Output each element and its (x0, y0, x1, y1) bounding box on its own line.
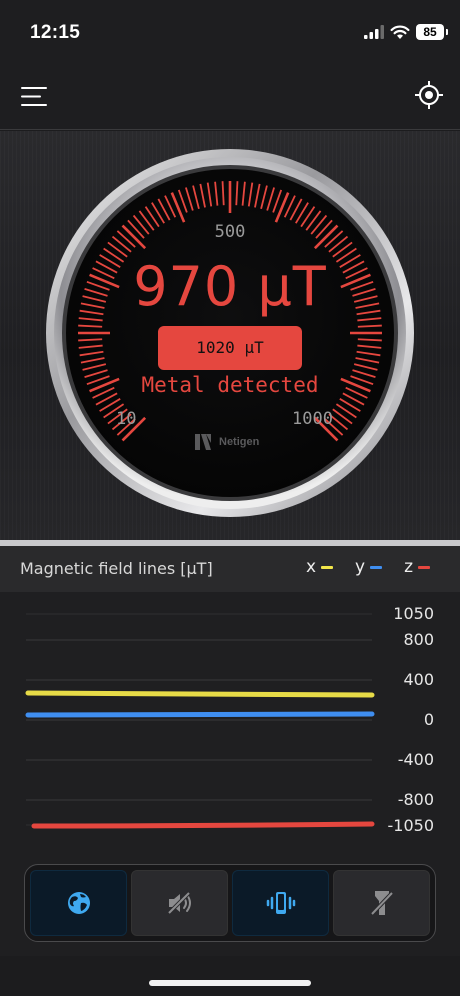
axis-legend: x y z (306, 557, 430, 577)
legend-x: x (306, 557, 333, 577)
y-label-1050: 1050 (393, 604, 434, 623)
globe-button[interactable] (30, 870, 127, 936)
home-indicator[interactable] (149, 980, 311, 986)
legend-y-label: y (355, 557, 366, 577)
crosshair-icon[interactable] (414, 80, 444, 110)
tool-group (24, 864, 436, 942)
home-area (0, 956, 460, 996)
gauge-tick (78, 324, 103, 328)
gauge-tick (235, 181, 239, 206)
x-axis-series (25, 690, 375, 698)
legend-z-label: z (404, 557, 413, 577)
legend-y-swatch (370, 565, 383, 569)
field-graph: 1050 800 400 0 -400 -800 -1050 (0, 592, 460, 850)
vibrate-icon (266, 892, 295, 914)
gauge-label-max: 1000 (292, 409, 333, 429)
gauge-label-mid: 500 (214, 222, 246, 242)
wifi-icon (390, 25, 410, 39)
legend-x-swatch (321, 565, 333, 569)
legend-z-swatch (418, 565, 430, 569)
gauge-tick (221, 181, 225, 206)
y-label-neg800: -800 (397, 790, 434, 809)
menu-icon[interactable] (20, 82, 50, 112)
field-header: Magnetic field lines [μT] x y z (0, 546, 460, 592)
detection-status: Metal detected (141, 373, 319, 397)
gauge-tick (78, 338, 103, 342)
y-label-800: 800 (403, 630, 434, 649)
vibrate-button[interactable] (232, 870, 329, 936)
status-time: 12:15 (30, 22, 81, 43)
legend-y: y (355, 557, 383, 577)
status-icons: 85 (364, 24, 448, 40)
legend-x-label: x (305, 557, 316, 577)
z-axis-series (31, 821, 375, 829)
y-label-neg400: -400 (397, 750, 434, 769)
brand-name: Netigen (219, 436, 260, 448)
globe-icon (67, 892, 90, 914)
peak-reading-badge[interactable]: 1020 μT (158, 326, 302, 370)
field-title: Magnetic field lines [μT] (20, 559, 213, 578)
y-label-0: 0 (423, 710, 434, 729)
y-label-neg1050: -1050 (387, 816, 435, 835)
flashlight-off-icon (370, 891, 393, 916)
brand-mark-icon (195, 434, 211, 450)
sound-button[interactable] (131, 870, 228, 936)
flashlight-button[interactable] (333, 870, 430, 936)
cellular-signal-icon (364, 25, 384, 39)
bottom-toolbar (0, 850, 460, 956)
y-label-400: 400 (403, 670, 434, 689)
legend-z: z (404, 557, 430, 577)
gauge-label-min: 10 (116, 409, 137, 429)
y-axis-series (25, 711, 375, 718)
gauge-tick (357, 338, 382, 342)
brand-logo: Netigen (192, 431, 259, 453)
gauge-reading: 970 μT (133, 255, 327, 318)
status-bar: 12:15 85 (0, 0, 460, 64)
gauge-tick (357, 324, 382, 328)
sound-off-icon (167, 891, 191, 915)
battery-indicator: 85 (416, 24, 448, 40)
nav-bar (0, 64, 460, 130)
gauge-panel: 500 970 μT 1020 μT Metal detected 10 100… (0, 131, 460, 540)
field-graph-plot (25, 613, 375, 829)
